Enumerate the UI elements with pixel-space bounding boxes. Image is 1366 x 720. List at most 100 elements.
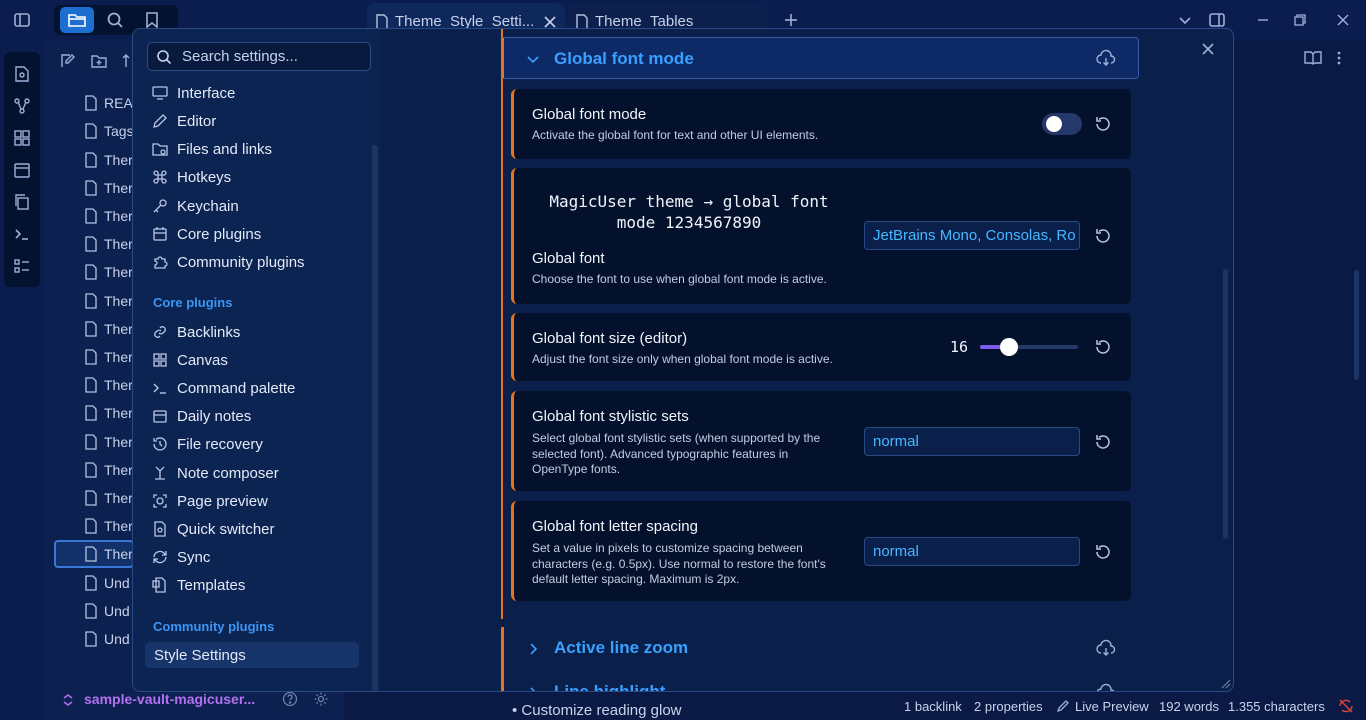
close-icon[interactable] (1201, 42, 1215, 56)
nav-quick-switcher[interactable]: Quick switcher (145, 516, 359, 542)
nav-page-preview[interactable]: Page preview (145, 488, 359, 514)
font-preview-line: MagicUser theme → global font (549, 192, 829, 211)
section-header-active-line-zoom[interactable]: Active line zoom (501, 627, 1139, 671)
section-title: Line highlight (554, 682, 666, 692)
nav-editor[interactable]: Editor (145, 108, 359, 134)
vault-name: sample-vault-magicuser... (84, 691, 256, 707)
nav-interface[interactable]: Interface (145, 80, 359, 106)
nav-sync[interactable]: Sync (145, 544, 359, 570)
new-note-icon[interactable] (60, 53, 76, 69)
gear-icon[interactable] (313, 691, 329, 707)
calendar-plug-icon (153, 227, 167, 241)
nav-command-palette[interactable]: Command palette (145, 375, 359, 401)
puzzle-icon (154, 256, 168, 269)
file-icon (85, 264, 97, 280)
word-count: 192 words (1159, 699, 1219, 714)
sidebar-scrollbar[interactable] (372, 145, 378, 691)
slider-thumb[interactable] (1000, 338, 1019, 356)
graph-icon[interactable] (13, 97, 31, 115)
status-bar: 1 backlink 2 properties Live Preview 192… (896, 694, 1366, 720)
close-icon[interactable] (544, 16, 556, 28)
restore-icon[interactable] (1287, 7, 1313, 33)
letter-spacing-input[interactable]: normal (864, 537, 1080, 566)
window-close-icon[interactable] (1330, 7, 1356, 33)
terminal-icon[interactable] (13, 225, 31, 243)
font-size-slider[interactable] (980, 338, 1078, 356)
nav-templates[interactable]: Templates (145, 572, 359, 598)
setting-title: Global font stylistic sets (532, 408, 689, 425)
file-icon (85, 434, 97, 450)
setting-global-font-stylistic-sets: Global font stylistic sets Select global… (511, 391, 1131, 491)
setting-title: Global font (532, 250, 605, 267)
font-preview-line: mode 1234567890 (616, 213, 762, 232)
section-title: Active line zoom (554, 638, 689, 657)
nav-canvas[interactable]: Canvas (145, 347, 359, 373)
pencil-icon (153, 114, 167, 128)
reset-icon[interactable] (1094, 543, 1112, 561)
section-header-line-highlight[interactable]: Line highlight (501, 671, 1139, 692)
more-options-icon[interactable] (1336, 50, 1342, 66)
nav-community-plugins[interactable]: Community plugins (145, 249, 359, 275)
nav-backlinks[interactable]: Backlinks (145, 319, 359, 345)
file-icon (85, 518, 97, 534)
nav-file-recovery[interactable]: File recovery (145, 431, 359, 457)
files-button[interactable] (60, 7, 94, 33)
nav-daily-notes[interactable]: Daily notes (145, 403, 359, 429)
sidebar-toggle-icon[interactable] (9, 7, 35, 33)
resize-handle-icon[interactable] (1221, 679, 1231, 689)
description-line: Select global font stylistic sets (when … (532, 431, 821, 445)
nav-note-composer[interactable]: Note composer (145, 460, 359, 486)
properties-count[interactable]: 2 properties (974, 699, 1043, 714)
file-icon (85, 95, 97, 111)
open-note-icon[interactable] (13, 65, 31, 83)
list-icon[interactable] (13, 257, 31, 275)
global-font-input[interactable]: JetBrains Mono, Consolas, Ro (864, 221, 1080, 250)
nav-style-settings[interactable]: Style Settings (145, 642, 359, 668)
calendar-icon[interactable] (13, 161, 31, 179)
reading-view-icon[interactable] (1304, 50, 1322, 66)
pencil-icon (1056, 700, 1069, 713)
nav-files-and-links[interactable]: Files and links (145, 136, 359, 162)
setting-title: Global font mode (532, 106, 647, 123)
help-icon[interactable] (282, 691, 298, 707)
reset-icon[interactable] (1094, 433, 1112, 451)
nav-core-plugins[interactable]: Core plugins (145, 221, 359, 247)
setting-global-font: MagicUser theme → global font mode 12345… (511, 168, 1131, 304)
settings-sidebar: Search settings... Interface Editor File… (133, 29, 380, 691)
minimize-icon[interactable] (1250, 7, 1276, 33)
cloud-download-icon[interactable] (1096, 49, 1116, 69)
content-scrollbar[interactable] (1223, 269, 1228, 539)
copy-icon[interactable] (13, 193, 31, 211)
canvas-icon[interactable] (13, 129, 31, 147)
reset-icon[interactable] (1094, 338, 1112, 356)
grid-icon (153, 353, 167, 367)
nav-hotkeys[interactable]: Hotkeys (145, 164, 359, 190)
search-icon[interactable] (102, 7, 128, 33)
file-icon (85, 321, 97, 337)
chevron-right-icon (530, 643, 538, 655)
section-header-global-font-mode[interactable]: Global font mode (501, 37, 1139, 79)
editor-scrollbar[interactable] (1354, 270, 1359, 380)
setting-global-font-size: Global font size (editor) Adjust the fon… (511, 313, 1131, 381)
nav-keychain[interactable]: Keychain (145, 193, 359, 219)
file-icon (85, 377, 97, 393)
section-title: Global font mode (554, 49, 694, 68)
search-icon (157, 50, 172, 65)
sync-error-icon[interactable] (1338, 698, 1354, 714)
reset-icon[interactable] (1094, 227, 1112, 245)
stylistic-sets-input[interactable]: normal (864, 427, 1080, 456)
new-folder-icon[interactable] (91, 53, 107, 69)
vault-switcher[interactable]: sample-vault-magicuser... (62, 690, 342, 710)
editor-mode[interactable]: Live Preview (1075, 699, 1149, 714)
file-icon (85, 180, 97, 196)
reset-icon[interactable] (1094, 115, 1112, 133)
folder-icon (68, 14, 86, 27)
cloud-download-icon[interactable] (1096, 683, 1116, 692)
preview-icon (153, 494, 167, 508)
backlink-count[interactable]: 1 backlink (904, 699, 962, 714)
left-ribbon (4, 52, 40, 287)
global-font-mode-toggle[interactable] (1042, 113, 1082, 135)
search-input[interactable]: Search settings... (147, 42, 371, 71)
cloud-download-icon[interactable] (1096, 639, 1116, 659)
description-line: OpenType fonts. (532, 462, 621, 476)
